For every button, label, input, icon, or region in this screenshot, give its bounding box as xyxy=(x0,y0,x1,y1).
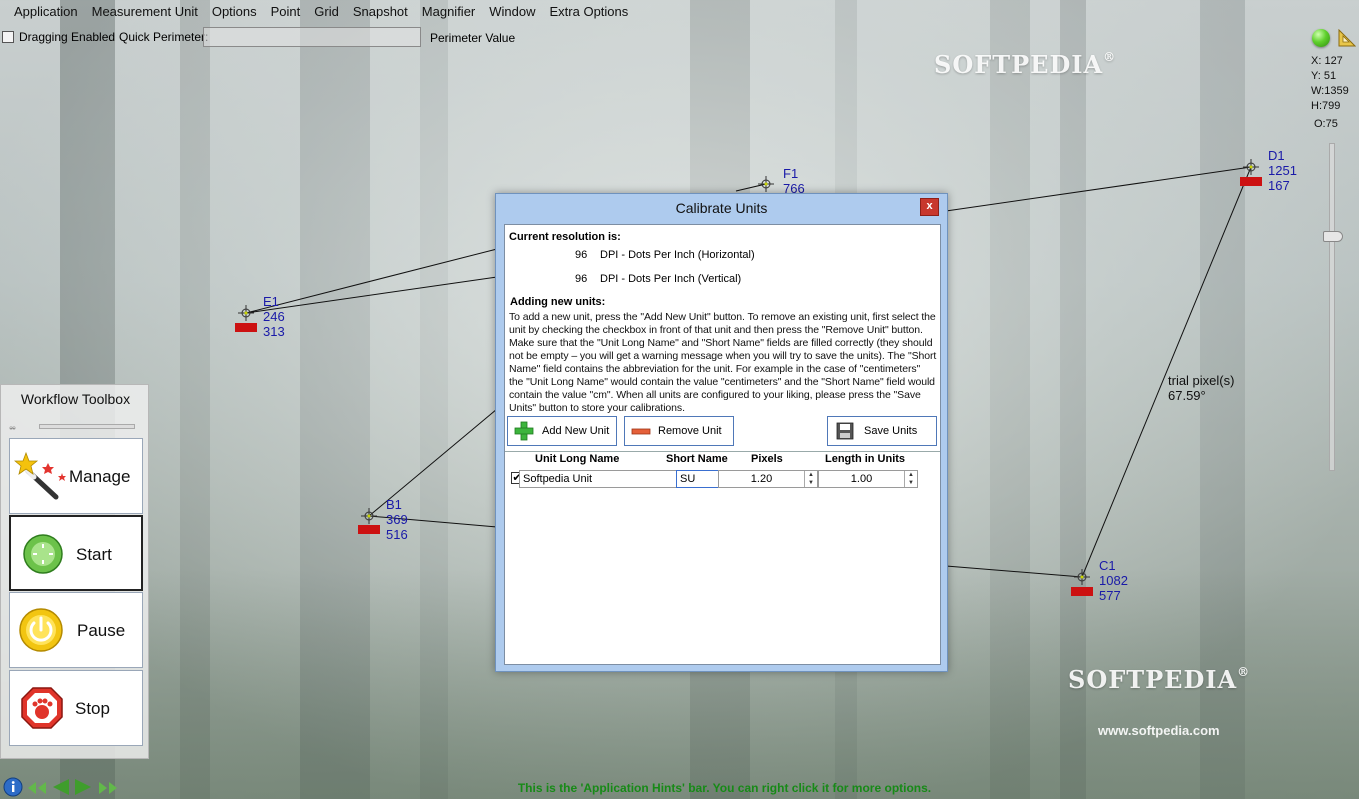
menu-bar: Application Measurement Unit Options Poi… xyxy=(0,0,635,24)
stop-hand-icon xyxy=(21,687,63,729)
menu-point[interactable]: Point xyxy=(264,0,308,24)
manage-button[interactable]: Manage xyxy=(9,438,143,514)
menu-options[interactable]: Options xyxy=(205,0,264,24)
unit-long-name-field[interactable]: Softpedia Unit xyxy=(519,470,677,488)
length-value: 1.00 xyxy=(850,473,873,485)
cursor-coordinates: X: 127 Y: 51 W:1359 H:799 xyxy=(1311,54,1349,114)
coord-y: Y: 51 xyxy=(1311,70,1337,82)
column-pixels: Pixels xyxy=(751,453,783,465)
point-b1-flag xyxy=(358,525,380,534)
opacity-value: O:75 xyxy=(1314,118,1338,130)
dpi-vertical-label: DPI - Dots Per Inch (Vertical) xyxy=(600,273,742,285)
adding-units-description: To add a new unit, press the "Add New Un… xyxy=(509,311,937,414)
save-units-label: Save Units xyxy=(864,425,918,437)
pause-power-icon xyxy=(19,608,63,652)
coord-x: X: 127 xyxy=(1311,55,1343,67)
add-new-unit-button[interactable]: Add New Unit xyxy=(507,416,617,446)
dialog-separator xyxy=(505,451,940,452)
point-e1-label[interactable]: E1 246 313 xyxy=(263,294,285,339)
column-unit-long-name: Unit Long Name xyxy=(535,453,620,465)
point-b1-label[interactable]: B1 369 516 xyxy=(386,497,408,542)
application-hints-bar[interactable]: This is the 'Application Hints' bar. You… xyxy=(0,781,1359,795)
menu-snapshot[interactable]: Snapshot xyxy=(346,0,415,24)
dialog-body: Current resolution is: 96 DPI - Dots Per… xyxy=(504,224,941,665)
stop-label: Stop xyxy=(75,699,110,718)
column-short-name: Short Name xyxy=(666,453,728,465)
menu-grid[interactable]: Grid xyxy=(307,0,346,24)
magic-wand-icon xyxy=(14,451,66,500)
menu-application[interactable]: Application xyxy=(0,0,85,24)
opacity-slider-thumb[interactable] xyxy=(1323,231,1343,242)
point-d1-flag xyxy=(1240,177,1262,186)
minus-icon xyxy=(631,428,651,435)
pause-label: Pause xyxy=(77,621,126,640)
dragging-enabled-checkbox[interactable] xyxy=(2,31,14,43)
pixels-value: 1.20 xyxy=(750,473,773,485)
perimeter-value-label: Perimeter Value xyxy=(430,31,516,45)
pause-button[interactable]: Pause xyxy=(9,592,143,668)
quick-perimeter-input[interactable] xyxy=(203,27,421,47)
remove-unit-label: Remove Unit xyxy=(658,425,722,437)
quick-perimeter-label: Quick Perimeter: xyxy=(119,30,209,44)
ruler-icon[interactable] xyxy=(1338,29,1356,47)
dragging-enabled-label: Dragging Enabled xyxy=(19,30,116,44)
manage-label: Manage xyxy=(69,467,131,486)
point-d1-label[interactable]: D1 1251 167 xyxy=(1268,148,1297,193)
dpi-vertical-value: 96 xyxy=(575,273,588,285)
trial-measurement-label: trial pixel(s) 67.59° xyxy=(1168,373,1235,403)
menu-window[interactable]: Window xyxy=(482,0,542,24)
stop-button[interactable]: Stop xyxy=(9,670,143,746)
floppy-disk-icon xyxy=(836,422,854,440)
add-new-unit-label: Add New Unit xyxy=(542,425,610,437)
plus-icon xyxy=(514,421,534,441)
start-button[interactable]: Start xyxy=(9,515,143,591)
point-e1-flag xyxy=(235,323,257,332)
adding-units-heading: Adding new units: xyxy=(510,296,606,308)
coord-w: W:1359 xyxy=(1311,85,1349,97)
pixels-field[interactable]: 1.20 ▲ ▼ xyxy=(718,470,818,488)
dialog-close-button[interactable]: x xyxy=(920,198,939,216)
dialog-title: Calibrate Units xyxy=(675,200,768,216)
point-c1-flag xyxy=(1071,587,1093,596)
workflow-toolbox-title: Workflow Toolbox xyxy=(20,391,131,407)
point-c1-label[interactable]: C1 1082 577 xyxy=(1099,558,1128,603)
current-resolution-heading: Current resolution is: xyxy=(509,231,621,243)
menu-magnifier[interactable]: Magnifier xyxy=(415,0,482,24)
toolbox-eyes-icon[interactable] xyxy=(9,419,39,437)
menu-extra-options[interactable]: Extra Options xyxy=(543,0,636,24)
menu-measurement-unit[interactable]: Measurement Unit xyxy=(85,0,205,24)
dpi-horizontal-label: DPI - Dots Per Inch (Horizontal) xyxy=(600,249,755,261)
calibrate-units-dialog: Calibrate Units x Current resolution is:… xyxy=(495,193,948,672)
start-icon xyxy=(23,534,63,574)
short-name-field[interactable]: SU xyxy=(676,470,719,488)
point-f1-label[interactable]: F1 766 xyxy=(783,166,805,196)
perimeter-toolbar: Dragging Enabled Quick Perimeter: Perime… xyxy=(0,27,520,49)
length-field[interactable]: 1.00 ▲ ▼ xyxy=(818,470,918,488)
dpi-horizontal-value: 96 xyxy=(575,249,588,261)
coord-h: H:799 xyxy=(1311,100,1341,112)
save-units-button[interactable]: Save Units xyxy=(827,416,937,446)
toolbox-size-slider[interactable] xyxy=(39,424,135,429)
opacity-slider-track[interactable] xyxy=(1329,143,1335,471)
status-ball-icon[interactable] xyxy=(1312,29,1330,47)
length-spinner[interactable]: ▲ ▼ xyxy=(904,471,917,487)
start-label: Start xyxy=(76,545,112,564)
workflow-toolbox: Workflow Toolbox Manage Start Pause Stop xyxy=(0,384,149,759)
column-length-in-units: Length in Units xyxy=(825,453,906,465)
pixels-spinner[interactable]: ▲ ▼ xyxy=(804,471,817,487)
remove-unit-button[interactable]: Remove Unit xyxy=(624,416,734,446)
